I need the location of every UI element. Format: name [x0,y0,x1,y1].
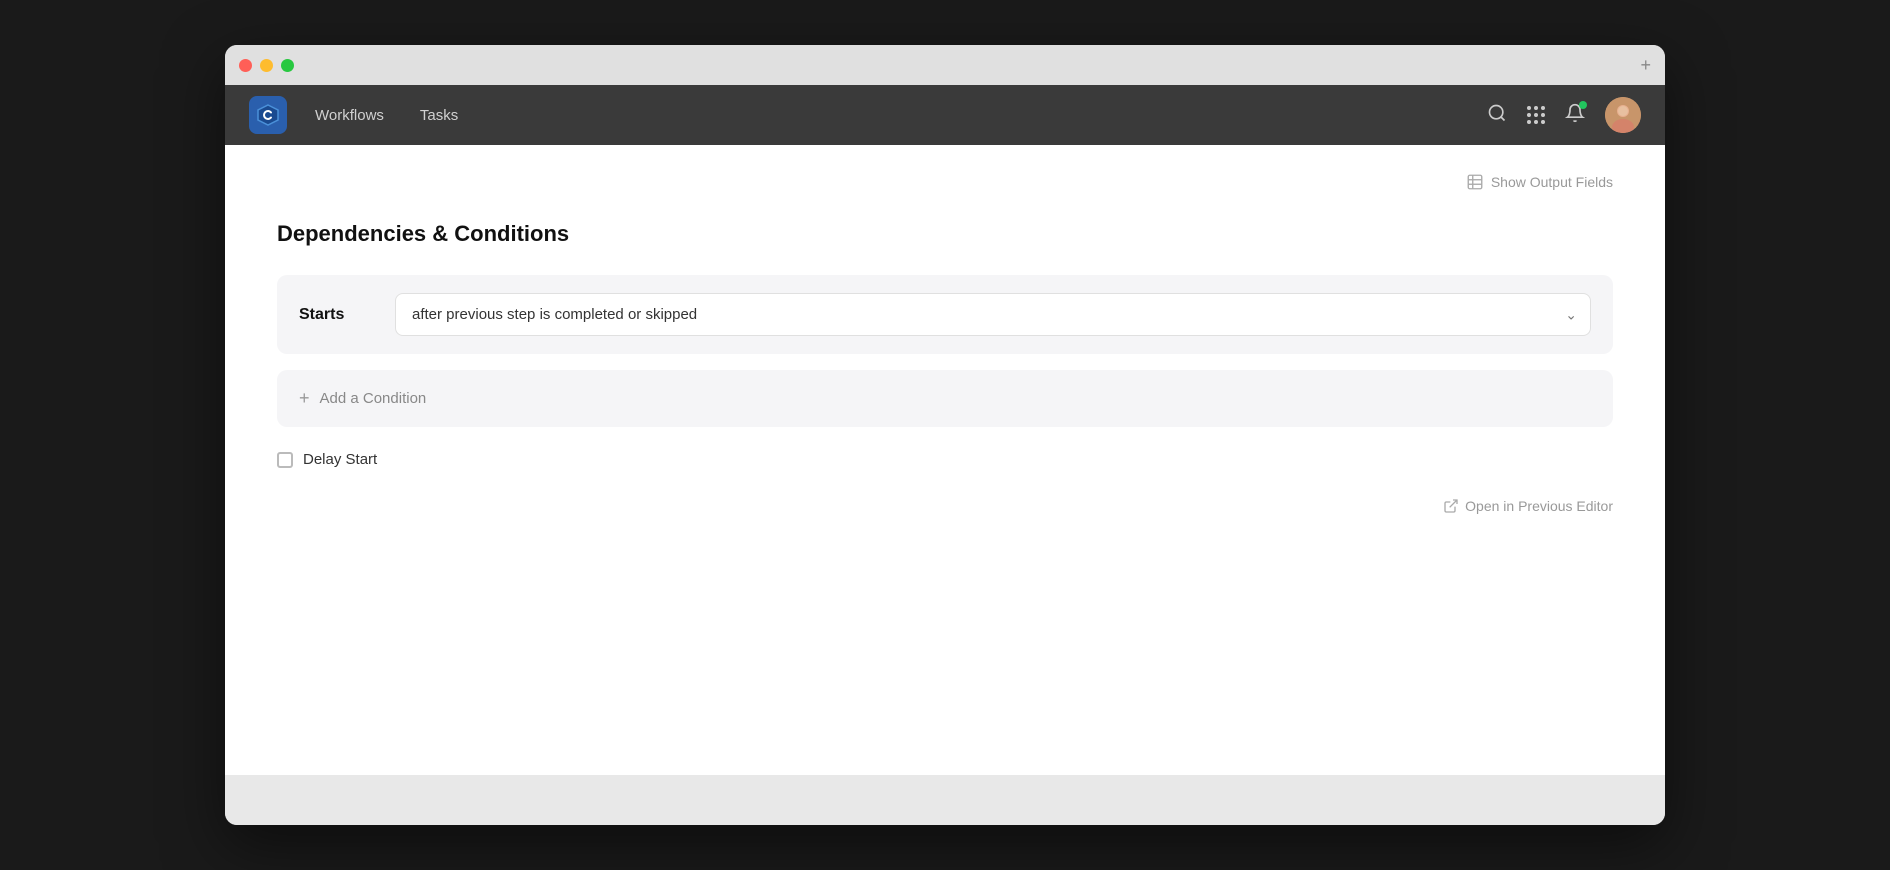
starts-select-wrapper: after previous step is completed or skip… [395,293,1591,336]
close-button[interactable] [239,59,252,72]
delay-start-row: Delay Start [277,451,1613,468]
search-button[interactable] [1487,103,1507,128]
delay-start-label: Delay Start [303,451,377,468]
delay-start-checkbox[interactable] [277,452,293,468]
main-content: Show Output Fields Dependencies & Condit… [225,145,1665,775]
section-title: Dependencies & Conditions [277,221,1613,247]
starts-select[interactable]: after previous step is completed or skip… [395,293,1591,336]
navbar: Workflows Tasks [225,85,1665,145]
show-output-fields-button[interactable]: Show Output Fields [277,173,1613,191]
maximize-button[interactable] [281,59,294,72]
notification-button[interactable] [1565,103,1585,128]
add-condition-label: Add a Condition [320,390,427,407]
app-window: + Workflows Tasks [225,45,1665,825]
notification-dot [1579,101,1587,109]
external-link-icon [1443,498,1459,514]
minimize-button[interactable] [260,59,273,72]
nav-tasks[interactable]: Tasks [412,103,466,128]
plus-icon: + [299,388,310,409]
titlebar: + [225,45,1665,85]
main-nav: Workflows Tasks [307,103,466,128]
user-avatar[interactable] [1605,97,1641,133]
starts-card: Starts after previous step is completed … [277,275,1613,354]
traffic-lights [239,59,294,72]
app-logo[interactable] [249,96,287,134]
open-previous-editor-button[interactable]: Open in Previous Editor [277,498,1613,514]
avatar-image [1605,97,1641,133]
add-condition-button[interactable]: + Add a Condition [277,370,1613,427]
apps-button[interactable] [1527,106,1545,124]
nav-workflows[interactable]: Workflows [307,103,392,128]
add-tab-button[interactable]: + [1640,55,1651,76]
bottom-bar [225,775,1665,825]
starts-label: Starts [299,306,379,324]
output-fields-icon [1466,173,1484,191]
show-output-fields-label: Show Output Fields [1491,174,1613,190]
open-previous-editor-label: Open in Previous Editor [1465,498,1613,514]
navbar-right [1487,97,1641,133]
content-area: Show Output Fields Dependencies & Condit… [225,145,1665,775]
